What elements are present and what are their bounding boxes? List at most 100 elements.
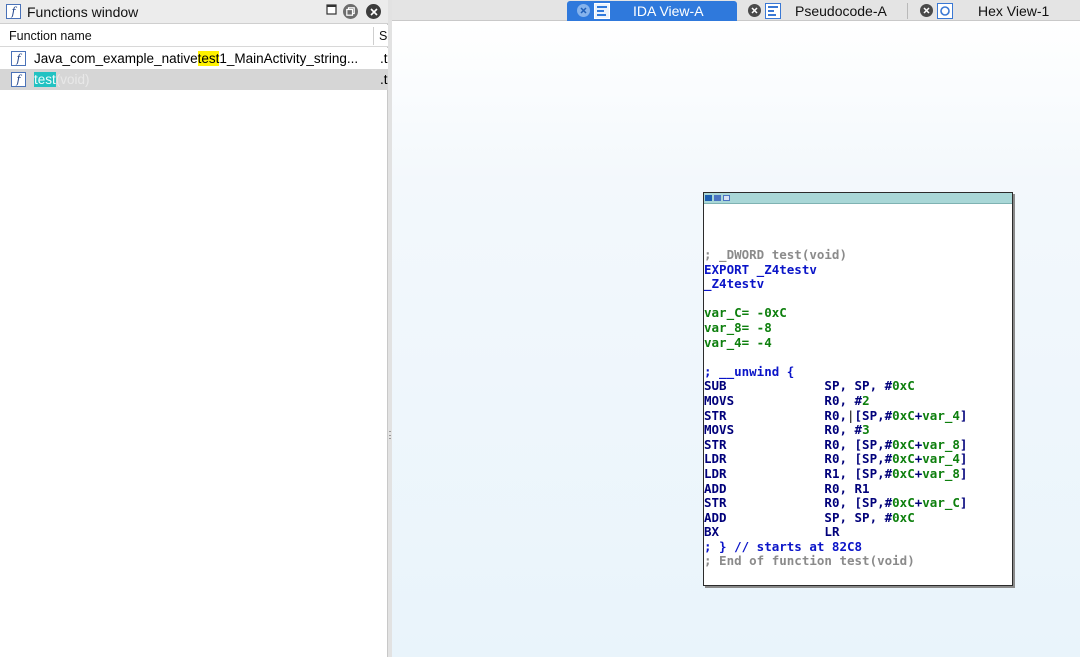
disassembly-line[interactable]: STR R0, [SP,#0xC+var_8]: [704, 438, 1012, 453]
code-token: R0, [SP,#: [824, 496, 893, 511]
disassembly-line[interactable]: ; End of function test(void): [704, 554, 1012, 569]
function-name: test(void): [34, 72, 90, 87]
disassembly-line[interactable]: var_C= -0xC: [704, 306, 1012, 321]
tab-label: Hex View-1: [978, 3, 1050, 19]
code-token: R0, #: [824, 393, 863, 408]
function-row-selected[interactable]: f test(void) .t: [0, 69, 388, 90]
disassembly-line[interactable]: MOVS R0, #3: [704, 423, 1012, 438]
code-token: var_8: [922, 466, 960, 481]
code-token: STR: [704, 496, 825, 511]
disassembly-line[interactable]: MOVS R0, #2: [704, 394, 1012, 409]
column-header-function-name[interactable]: Function name: [9, 29, 92, 43]
disassembly-line[interactable]: LDR R1, [SP,#0xC+var_8]: [704, 467, 1012, 482]
code-token: R0, R1: [824, 481, 870, 496]
code-token: LDR: [704, 466, 825, 481]
disassembly-line[interactable]: [704, 350, 1012, 365]
code-token: ; _DWORD test(void): [704, 248, 847, 262]
restore-window-icon[interactable]: [324, 2, 339, 17]
code-token: ]: [959, 408, 968, 423]
code-token: ; __unwind {: [704, 364, 795, 379]
disassembly-line[interactable]: EXPORT _Z4testv: [704, 263, 1012, 278]
function-f-icon: f: [11, 51, 26, 66]
tab-hex-view-1[interactable]: Hex View-1: [910, 1, 1080, 21]
tab-close-icon[interactable]: [748, 4, 761, 17]
disassembly-line[interactable]: ; } // starts at 82C8: [704, 540, 1012, 555]
code-token: R0, [SP,#: [824, 437, 893, 452]
disassembly-line[interactable]: ; __unwind {: [704, 365, 1012, 380]
disassembly-line[interactable]: STR R0,|[SP,#0xC+var_4]: [704, 409, 1012, 424]
function-f-icon: f: [11, 72, 26, 87]
code-token: R0,: [824, 408, 847, 423]
code-token: var_4= -4: [704, 335, 772, 350]
tab-label: Pseudocode-A: [795, 3, 887, 19]
disassembly-view-icon: [594, 3, 610, 19]
code-token: ]: [959, 496, 968, 511]
disassembly-line[interactable]: var_8= -8: [704, 321, 1012, 336]
disassembly-line[interactable]: SUB SP, SP, #0xC: [704, 379, 1012, 394]
code-token: STR: [704, 408, 825, 423]
code-token: LR: [824, 525, 840, 540]
hex-view-icon: [937, 3, 953, 19]
functions-window-titlebar[interactable]: f Functions window: [0, 0, 388, 24]
disassembly-line[interactable]: STR R0, [SP,#0xC+var_C]: [704, 496, 1012, 511]
column-divider[interactable]: [373, 27, 374, 45]
disassembly-line[interactable]: ADD SP, SP, #0xC: [704, 511, 1012, 526]
float-window-icon[interactable]: [343, 4, 358, 19]
text-cursor: |: [847, 408, 855, 423]
node-collapse-icon[interactable]: [723, 195, 730, 201]
code-token: SP, SP, #: [824, 510, 893, 525]
code-token: 0xC: [892, 437, 915, 452]
function-name-suffix: (void): [55, 72, 90, 87]
view-tabbar: IDA View-A Pseudocode-A Hex View-1: [392, 0, 1080, 21]
code-token: R0, #: [824, 423, 863, 438]
graph-node-titlebar[interactable]: [704, 193, 1012, 204]
code-token: ]: [959, 437, 968, 452]
node-color-icon[interactable]: [705, 195, 712, 201]
function-name-suffix: 1_MainActivity_string...: [219, 51, 359, 66]
node-group-icon[interactable]: [714, 195, 721, 201]
tab-close-icon[interactable]: [920, 4, 933, 17]
code-token: var_4: [922, 452, 960, 467]
disassembly-line[interactable]: ; _DWORD test(void): [704, 248, 1012, 263]
function-segment: .t: [380, 51, 388, 66]
code-token: LDR: [704, 452, 825, 467]
graph-node[interactable]: ; _DWORD test(void) EXPORT _Z4testv _Z4tes…: [703, 192, 1013, 586]
code-token: ; } // starts at 82C8: [704, 539, 863, 554]
code-token: _Z4testv: [704, 277, 765, 292]
tab-ida-view-a[interactable]: IDA View-A: [567, 1, 737, 21]
code-token: 0xC: [892, 496, 915, 511]
code-token: ; End of function test(void): [704, 554, 915, 569]
code-token: ]: [959, 452, 968, 467]
code-token: ADD: [704, 481, 825, 496]
code-token: var_8= -8: [704, 320, 772, 335]
code-token: var_4: [922, 408, 960, 423]
disassembly-listing[interactable]: ; _DWORD test(void) EXPORT _Z4testv _Z4tes…: [704, 248, 1012, 569]
column-header-segment[interactable]: Se: [379, 29, 388, 43]
disassembly-line[interactable]: ADD R0, R1: [704, 482, 1012, 497]
function-row[interactable]: f Java_com_example_nativetest1_MainActiv…: [0, 48, 388, 69]
close-icon[interactable]: [366, 4, 381, 19]
code-token: SP, SP, #: [824, 379, 893, 394]
code-token: [SP,#: [854, 408, 893, 423]
pseudocode-icon: [765, 3, 781, 19]
code-token: STR: [704, 437, 825, 452]
code-token: EXPORT _Z4testv: [704, 262, 817, 277]
tab-pseudocode-a[interactable]: Pseudocode-A: [738, 1, 908, 21]
code-token: 2: [862, 393, 870, 408]
disassembly-line[interactable]: BX LR: [704, 525, 1012, 540]
disassembly-line[interactable]: LDR R0, [SP,#0xC+var_4]: [704, 452, 1012, 467]
code-token: ]: [959, 466, 968, 481]
tab-close-icon[interactable]: [577, 4, 590, 17]
disassembly-line[interactable]: _Z4testv: [704, 277, 1012, 292]
code-token: ADD: [704, 510, 825, 525]
code-token: MOVS: [704, 423, 825, 438]
code-token: var_8: [922, 437, 960, 452]
function-f-icon: f: [6, 4, 21, 19]
code-token: var_C= -0xC: [704, 306, 787, 321]
disassembly-line[interactable]: [704, 292, 1012, 307]
search-match-highlight: test: [197, 51, 220, 66]
function-name: Java_com_example_nativetest1_MainActivit…: [34, 51, 358, 66]
function-name-prefix: Java_com_example_native: [34, 51, 198, 66]
function-segment: .t: [380, 72, 388, 87]
disassembly-line[interactable]: var_4= -4: [704, 336, 1012, 351]
